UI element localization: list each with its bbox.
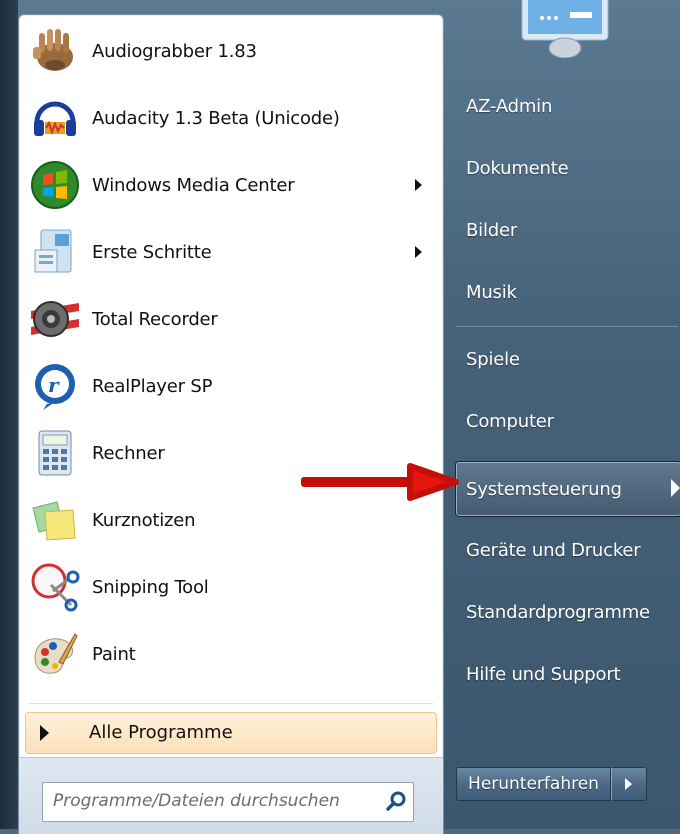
shutdown-options-button[interactable] xyxy=(611,767,647,801)
all-programs-button[interactable]: Alle Programme xyxy=(25,712,437,754)
right-item-pictures[interactable]: Bilder xyxy=(466,220,517,241)
desktop-edge xyxy=(0,0,18,829)
shutdown-control: Herunterfahren xyxy=(456,767,647,801)
user-picture-icon xyxy=(521,0,609,58)
search-area xyxy=(19,757,443,834)
right-item-documents[interactable]: Dokumente xyxy=(466,158,569,179)
snipping-tool-icon xyxy=(29,561,81,613)
right-item-control-panel[interactable]: Systemsteuerung xyxy=(466,479,622,500)
sticky-notes-icon xyxy=(29,494,81,546)
program-item-snipping-tool[interactable]: Snipping Tool xyxy=(25,557,437,617)
audiograbber-icon xyxy=(29,25,81,77)
program-item-audacity[interactable]: Audacity 1.3 Beta (Unicode) xyxy=(25,88,437,148)
program-label: Windows Media Center xyxy=(92,174,295,196)
realplayer-icon: r xyxy=(29,360,81,412)
program-item-audiograbber[interactable]: Audiograbber 1.83 xyxy=(25,21,437,81)
svg-text:r: r xyxy=(48,373,60,397)
program-label: Audacity 1.3 Beta (Unicode) xyxy=(92,107,340,129)
right-item-help-support[interactable]: Hilfe und Support xyxy=(466,664,621,685)
getting-started-icon xyxy=(29,226,81,278)
program-label: Total Recorder xyxy=(92,308,218,330)
right-item-computer[interactable]: Computer xyxy=(466,411,554,432)
program-label: RealPlayer SP xyxy=(92,375,213,397)
right-item-user-folder[interactable]: AZ-Admin xyxy=(466,96,552,117)
program-label: Snipping Tool xyxy=(92,576,209,598)
program-label: Erste Schritte xyxy=(92,241,212,263)
right-column-divider xyxy=(456,326,678,327)
right-item-music[interactable]: Musik xyxy=(466,282,517,303)
program-item-paint[interactable]: Paint xyxy=(25,624,437,684)
program-label: Audiograbber 1.83 xyxy=(92,40,257,62)
chevron-right-icon xyxy=(625,778,632,790)
search-input[interactable] xyxy=(53,790,363,812)
submenu-arrow-icon xyxy=(415,179,422,191)
right-item-games[interactable]: Spiele xyxy=(466,349,520,370)
right-item-default-programs[interactable]: Standardprogramme xyxy=(466,602,650,623)
submenu-arrow-icon xyxy=(671,479,680,497)
program-item-getting-started[interactable]: Erste Schritte xyxy=(25,222,437,282)
calculator-icon xyxy=(29,427,81,479)
search-icon[interactable] xyxy=(385,790,409,814)
shutdown-button[interactable]: Herunterfahren xyxy=(456,767,611,801)
total-recorder-icon xyxy=(29,293,81,345)
program-item-media-center[interactable]: Windows Media Center xyxy=(25,155,437,215)
expand-arrow-icon xyxy=(40,725,49,741)
media-center-icon xyxy=(29,159,81,211)
program-item-total-recorder[interactable]: Total Recorder xyxy=(25,289,437,349)
all-programs-label: Alle Programme xyxy=(89,722,233,743)
red-annotation-arrow-icon xyxy=(301,463,459,501)
right-item-devices-printers[interactable]: Geräte und Drucker xyxy=(466,540,641,561)
submenu-arrow-icon xyxy=(415,246,422,258)
paint-icon xyxy=(29,628,81,680)
program-label: Kurznotizen xyxy=(92,509,196,531)
search-box[interactable] xyxy=(42,782,414,822)
program-label: Rechner xyxy=(92,442,165,464)
program-label: Paint xyxy=(92,643,136,665)
program-list-divider xyxy=(29,703,433,704)
audacity-icon xyxy=(29,92,81,144)
program-item-realplayer[interactable]: r RealPlayer SP xyxy=(25,356,437,416)
program-list-panel: Audiograbber 1.83 Audacity 1.3 Beta (Uni… xyxy=(18,14,444,834)
